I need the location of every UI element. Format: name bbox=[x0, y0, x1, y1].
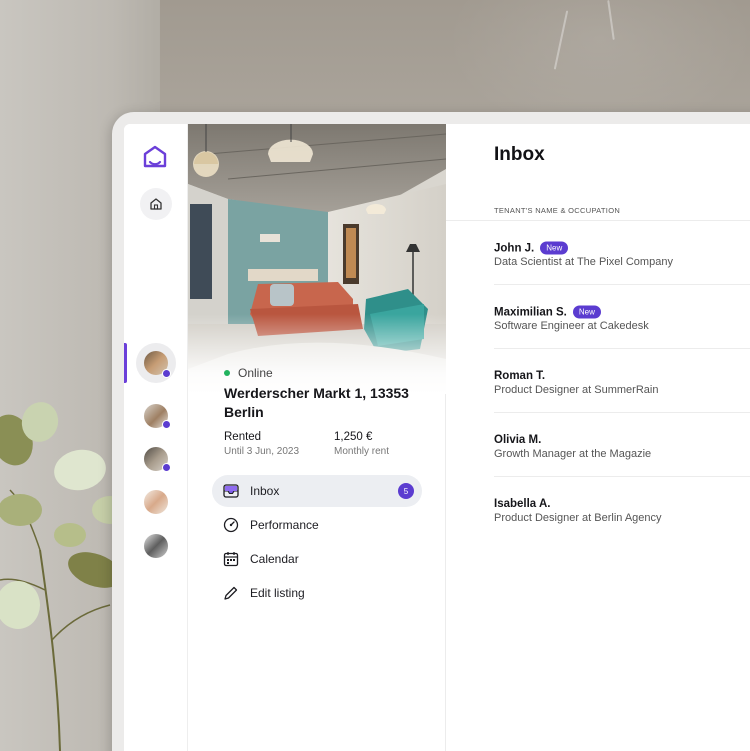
nav-rail bbox=[124, 124, 188, 751]
rent-value: 1,250 € bbox=[334, 431, 373, 443]
tenant-row[interactable]: Maximilian S. New Software Engineer at Cak… bbox=[494, 285, 750, 349]
tenant-row[interactable]: Isabella A. Product Designer at Berlin Ag… bbox=[494, 477, 750, 541]
listing-address: Werderscher Markt 1, 13353 Berlin bbox=[224, 385, 409, 420]
menu-item-label: Performance bbox=[250, 518, 319, 532]
tenant-occupation: Product Designer at SummerRain bbox=[494, 384, 659, 396]
new-badge: New bbox=[540, 241, 569, 255]
device-frame: Online Werderscher Markt 1, 13353 Berlin… bbox=[112, 112, 750, 751]
tenant-list: John J. New Data Scientist at The Pixel Co… bbox=[446, 221, 750, 541]
tenant-name: Roman T. bbox=[494, 370, 546, 382]
home-button[interactable] bbox=[140, 188, 172, 220]
tenant-name: Olivia M. bbox=[494, 434, 542, 446]
gauge-icon bbox=[222, 516, 240, 534]
page-title: Inbox bbox=[494, 144, 545, 165]
tenant-name-line: John J. New bbox=[494, 241, 569, 255]
online-status-icon bbox=[224, 370, 230, 376]
pencil-icon bbox=[222, 584, 240, 602]
tenant-row[interactable]: Roman T. Product Designer at SummerRain bbox=[494, 349, 750, 413]
inbox-count-badge: 5 bbox=[398, 483, 414, 499]
tenant-row[interactable]: Olivia M. Growth Manager at the Magazie bbox=[494, 413, 750, 477]
listing-thumb-3-badge bbox=[162, 463, 171, 472]
photo-fade bbox=[188, 314, 446, 394]
tenant-name-line: Roman T. bbox=[494, 370, 545, 382]
new-badge: New bbox=[572, 305, 601, 319]
menu-item-label: Edit listing bbox=[250, 586, 305, 600]
listing-thumb-2-badge bbox=[162, 420, 171, 429]
monthly-rent: 1,250 € Monthly rent bbox=[334, 431, 389, 457]
menu-item-label: Calendar bbox=[250, 552, 299, 566]
menu-item-calendar[interactable]: Calendar bbox=[212, 543, 422, 575]
app-screen: Online Werderscher Markt 1, 13353 Berlin… bbox=[124, 124, 750, 751]
tenant-name-line: Isabella A. bbox=[494, 498, 550, 510]
listing-panel: Online Werderscher Markt 1, 13353 Berlin… bbox=[188, 124, 446, 751]
listing-thumb-4[interactable] bbox=[144, 490, 168, 514]
menu-item-edit-listing[interactable]: Edit listing bbox=[212, 577, 422, 609]
menu-item-inbox[interactable]: Inbox 5 bbox=[212, 475, 422, 507]
tenant-name: John J. bbox=[494, 242, 535, 254]
inbox-icon bbox=[222, 482, 240, 500]
plant-decoration bbox=[0, 402, 128, 751]
tenant-name: Maximilian S. bbox=[494, 306, 567, 318]
tenant-occupation: Software Engineer at Cakedesk bbox=[494, 320, 649, 332]
tenant-name: Isabella A. bbox=[494, 498, 551, 510]
tenant-name-line: Maximilian S. New bbox=[494, 305, 601, 319]
calendar-icon bbox=[222, 550, 240, 568]
tenant-row[interactable]: John J. New Data Scientist at The Pixel Co… bbox=[494, 221, 750, 285]
inbox-panel: Inbox TENANT'S NAME & OCCUPATION John J.… bbox=[446, 124, 750, 751]
listing-thumb-1-badge bbox=[162, 369, 171, 378]
home-icon bbox=[150, 198, 162, 210]
tenant-name-line: Olivia M. bbox=[494, 434, 541, 446]
rail-active-indicator bbox=[124, 343, 127, 383]
status-label: Online bbox=[238, 366, 273, 380]
menu-item-performance[interactable]: Performance bbox=[212, 509, 422, 541]
listing-photo bbox=[188, 124, 446, 394]
menu-item-label: Inbox bbox=[250, 484, 280, 498]
tenant-occupation: Growth Manager at the Magazie bbox=[494, 448, 652, 460]
rented-until: Until 3 Jun, 2023 bbox=[224, 446, 300, 457]
column-header: TENANT'S NAME & OCCUPATION bbox=[494, 206, 621, 215]
tenant-occupation: Data Scientist at The Pixel Company bbox=[494, 256, 673, 268]
listing-thumb-5[interactable] bbox=[144, 534, 168, 558]
brand-logo-icon[interactable] bbox=[142, 144, 168, 175]
tenant-occupation: Product Designer at Berlin Agency bbox=[494, 512, 662, 524]
rent-label: Monthly rent bbox=[334, 446, 390, 457]
listing-menu: Inbox 5 Performance Calendar Edit listin… bbox=[212, 475, 422, 611]
rented-label: Rented bbox=[224, 431, 262, 443]
rental-period: Rented Until 3 Jun, 2023 bbox=[224, 431, 299, 457]
listing-status: Online bbox=[224, 366, 273, 380]
